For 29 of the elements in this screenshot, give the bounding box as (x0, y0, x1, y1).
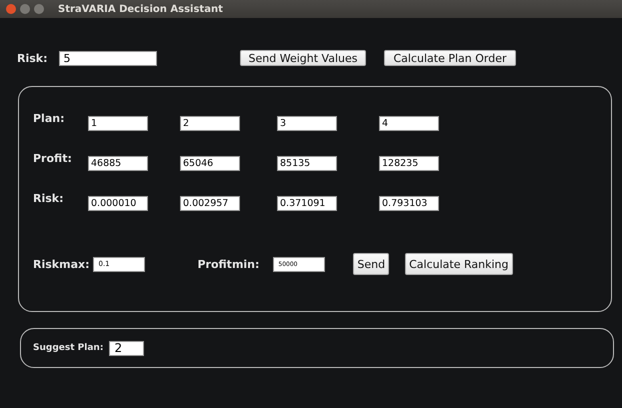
action-button[interactable]: Calculate Plan Order (384, 50, 516, 66)
suggest-field[interactable]: 2 (109, 340, 144, 356)
value-field[interactable]: 2 (180, 116, 240, 131)
risk-field[interactable]: 5 (58, 50, 157, 66)
value-field[interactable]: 85135 (277, 156, 337, 171)
profitmin-label: Profitmin: (197, 258, 260, 270)
suggest-label: Suggest Plan: (33, 343, 104, 353)
row-label: Plan: (33, 111, 66, 126)
value-field[interactable]: 3 (277, 116, 337, 131)
value-field[interactable]: 4 (379, 116, 439, 131)
window-title: StraVARIA Decision Assistant (58, 4, 223, 14)
value-field[interactable]: 0.793103 (379, 196, 439, 211)
value-field[interactable]: 0.371091 (277, 196, 337, 211)
minimize-icon[interactable] (20, 4, 30, 14)
maximize-icon[interactable] (34, 4, 44, 14)
value-field[interactable]: 0.000010 (88, 196, 148, 211)
action-button[interactable]: Send Weight Values (240, 50, 366, 66)
close-icon[interactable] (6, 4, 16, 14)
row-label: Profit: (33, 151, 73, 166)
value-field[interactable]: 65046 (180, 156, 240, 171)
action-button[interactable]: Calculate Ranking (405, 253, 512, 275)
action-button[interactable]: Send (353, 253, 390, 275)
value-field[interactable]: 46885 (88, 156, 148, 171)
row-label: Risk: (33, 191, 65, 206)
value-field[interactable]: 0.002957 (180, 196, 240, 211)
value-field[interactable]: 128235 (379, 156, 439, 171)
riskmax-label: Riskmax: (33, 258, 90, 270)
risk-label: Risk: (17, 52, 48, 64)
value-field[interactable]: 1 (88, 116, 148, 131)
